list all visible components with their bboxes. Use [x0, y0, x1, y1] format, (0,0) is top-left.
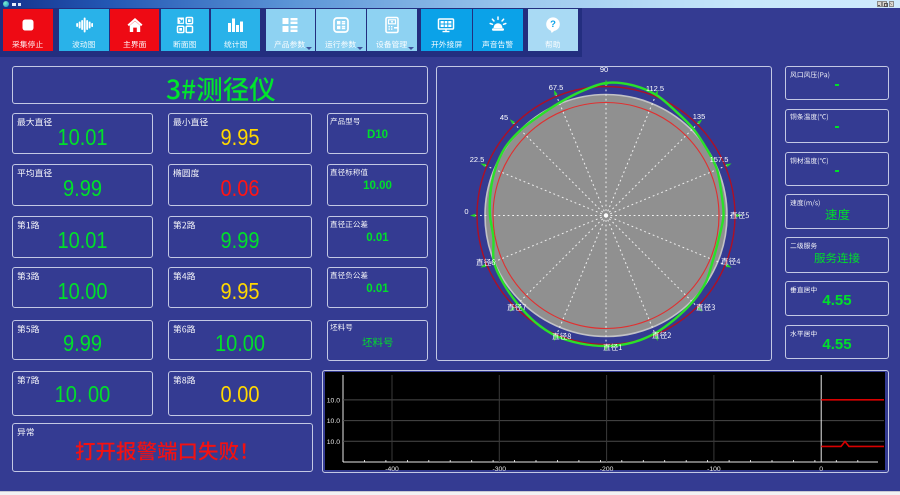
svg-text:-100: -100 [707, 466, 721, 473]
svg-text:10.0: 10.0 [327, 439, 340, 446]
svg-text:0: 0 [819, 466, 823, 473]
svg-text:10.0: 10.0 [327, 397, 340, 404]
svg-text:-300: -300 [492, 466, 506, 473]
svg-text:-400: -400 [385, 466, 399, 473]
svg-text:?: ? [550, 19, 556, 30]
svg-text:10.0: 10.0 [327, 418, 340, 425]
svg-text:-200: -200 [600, 466, 614, 473]
